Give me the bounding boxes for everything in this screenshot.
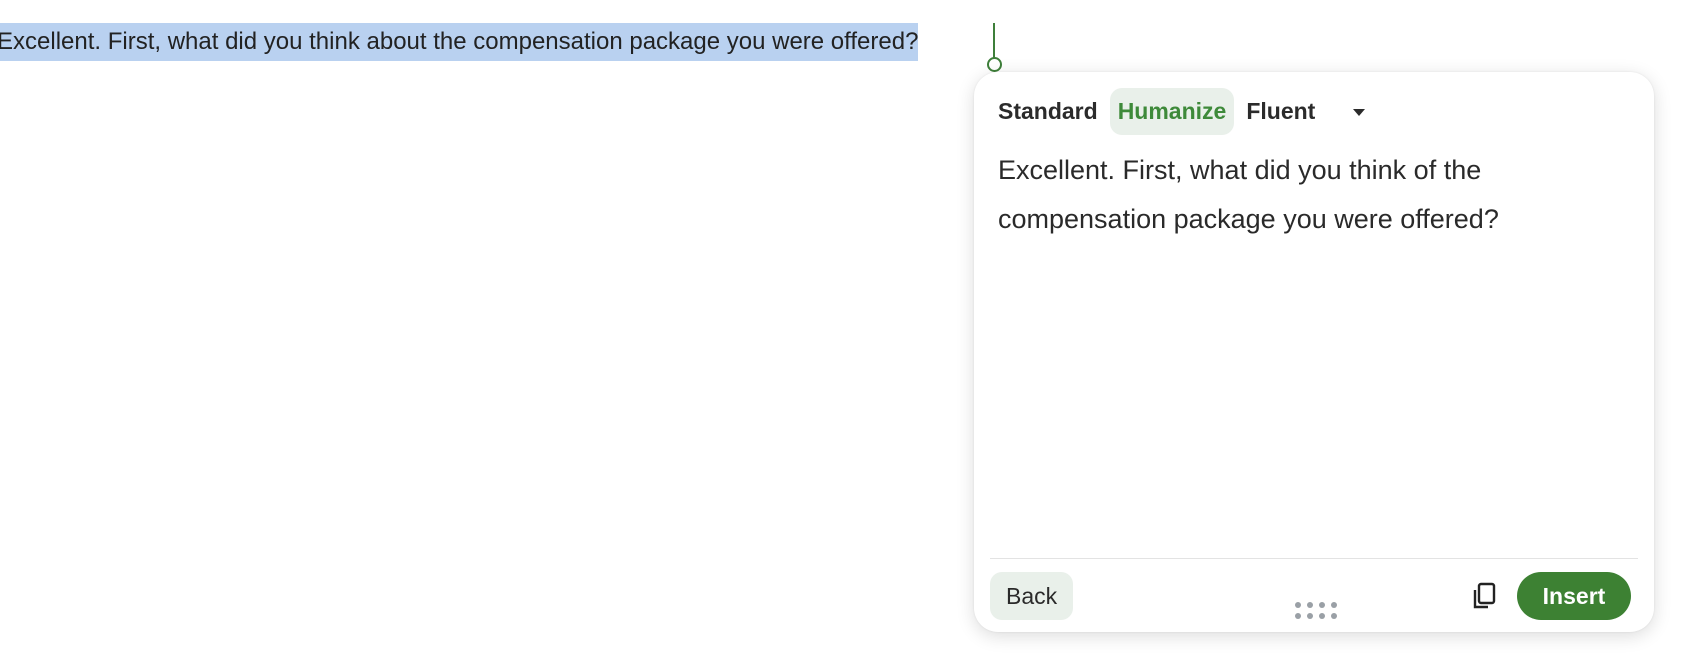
mode-tabs: Standard Humanize Fluent [990,88,1371,135]
caret-down-icon[interactable] [1347,100,1371,124]
rewrite-panel: Standard Humanize Fluent Excellent. Firs… [974,72,1654,632]
selection-handle[interactable] [987,57,1002,72]
copy-icon[interactable] [1468,580,1500,612]
tab-humanize[interactable]: Humanize [1109,88,1235,135]
document-line: Excellent. First, what did you think abo… [0,23,919,61]
tab-fluent[interactable]: Fluent [1238,88,1323,135]
tab-standard[interactable]: Standard [990,88,1106,135]
back-button[interactable]: Back [990,572,1074,620]
drag-handle-icon[interactable] [1294,600,1338,620]
selected-text[interactable]: Excellent. First, what did you think abo… [0,23,919,61]
rewritten-text: Excellent. First, what did you think of … [998,155,1499,234]
insert-button[interactable]: Insert [1517,572,1631,620]
footer-divider [990,558,1638,559]
